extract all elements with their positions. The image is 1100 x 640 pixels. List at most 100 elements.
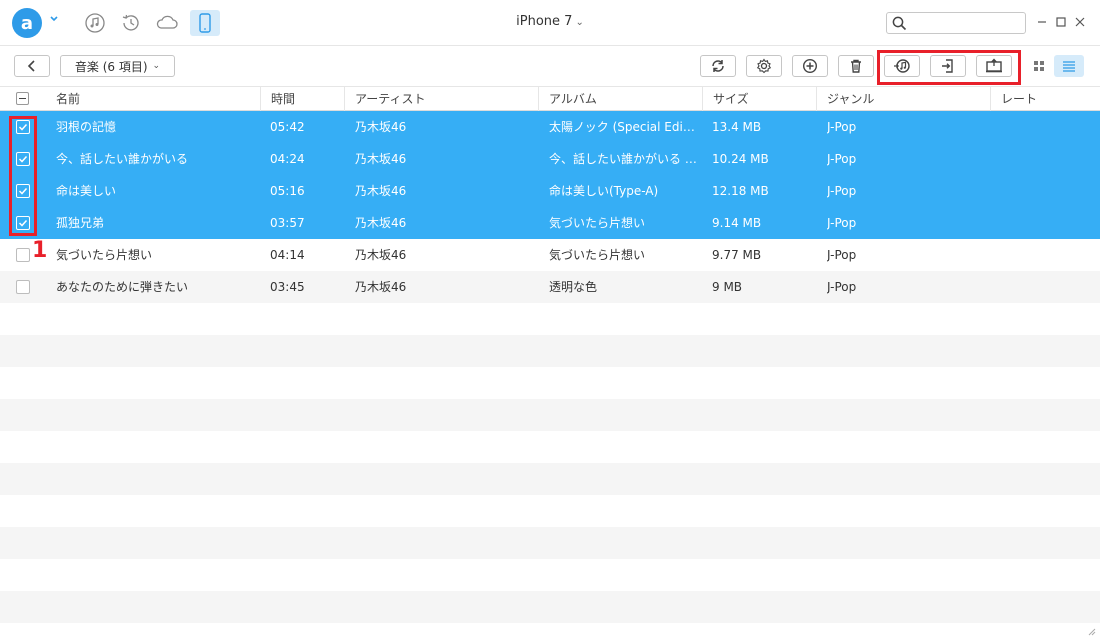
back-button[interactable] xyxy=(14,55,50,77)
phone-icon[interactable] xyxy=(190,10,220,36)
list-view-button[interactable] xyxy=(1054,55,1084,77)
empty-row xyxy=(0,431,1100,463)
refresh-button[interactable] xyxy=(700,55,736,77)
cell-time: 04:24 xyxy=(270,152,305,166)
cell-time: 03:45 xyxy=(270,280,305,294)
add-icon xyxy=(802,58,818,74)
cell-time: 04:14 xyxy=(270,248,305,262)
list-view-icon xyxy=(1063,61,1075,72)
app-menu-chevron-down-icon[interactable] xyxy=(49,13,63,27)
cell-artist: 乃木坂46 xyxy=(355,280,407,294)
column-header-name[interactable]: 名前 xyxy=(46,87,260,111)
cell-name: 今、話したい誰かがいる xyxy=(56,152,189,166)
cell-rate xyxy=(1001,175,1096,207)
minus-icon xyxy=(19,98,26,99)
table-row[interactable]: 羽根の記憶 05:42 乃木坂46 太陽ノック (Special Edition) 13… xyxy=(0,111,1100,143)
close-icon[interactable] xyxy=(1072,14,1088,30)
row-checkbox[interactable] xyxy=(16,280,30,294)
settings-icon xyxy=(756,58,772,74)
resize-grip-icon[interactable] xyxy=(1086,626,1096,636)
maximize-icon[interactable] xyxy=(1053,14,1069,30)
empty-row xyxy=(0,527,1100,559)
to-itunes-icon xyxy=(894,59,910,73)
cloud-icon[interactable] xyxy=(154,10,180,36)
delete-button[interactable] xyxy=(838,55,874,77)
settings-button[interactable] xyxy=(746,55,782,77)
cell-rate xyxy=(1001,111,1096,143)
cell-genre: J-Pop xyxy=(827,248,857,262)
cell-rate xyxy=(1001,143,1096,175)
row-checkbox[interactable] xyxy=(16,184,30,198)
import-to-computer-button[interactable] xyxy=(930,55,966,77)
cell-time: 05:42 xyxy=(270,120,305,134)
send-to-itunes-button[interactable] xyxy=(884,55,920,77)
cell-size: 9 MB xyxy=(712,280,743,294)
row-checkbox[interactable] xyxy=(16,120,30,134)
cell-name: 羽根の記憶 xyxy=(56,120,117,134)
cell-genre: J-Pop xyxy=(827,120,857,134)
empty-row xyxy=(0,463,1100,495)
import-icon xyxy=(942,59,953,73)
empty-row xyxy=(0,335,1100,367)
cell-artist: 乃木坂46 xyxy=(355,216,407,230)
category-dropdown[interactable]: 音楽 (6 項目) ⌄ xyxy=(60,55,175,77)
chevron-down-icon: ⌄ xyxy=(575,17,584,28)
export-icon xyxy=(986,58,1002,73)
cell-name: 孤独兄弟 xyxy=(56,216,105,230)
toolbar: 音楽 (6 項目) ⌄ 2 xyxy=(0,45,1100,114)
cell-album: 気づいたら片想い xyxy=(549,248,646,262)
trash-icon xyxy=(851,59,861,73)
refresh-icon xyxy=(712,60,724,72)
title-bar: a iPhone 7 ⌄ xyxy=(0,0,1100,45)
column-header-rate[interactable]: レート xyxy=(990,87,1100,111)
empty-row xyxy=(0,495,1100,527)
search-icon xyxy=(892,16,907,34)
cell-album: 気づいたら片想い xyxy=(549,216,646,230)
cell-album: 太陽ノック (Special Edition) xyxy=(549,120,699,134)
cell-artist: 乃木坂46 xyxy=(355,152,407,166)
cell-genre: J-Pop xyxy=(827,184,857,198)
select-all-checkbox[interactable] xyxy=(16,92,29,105)
column-header-album[interactable]: アルバム xyxy=(538,87,702,111)
empty-row xyxy=(0,559,1100,591)
cell-name: あなたのために弾きたい xyxy=(56,280,189,294)
cell-genre: J-Pop xyxy=(827,280,857,294)
table-row[interactable]: 気づいたら片想い 04:14 乃木坂46 気づいたら片想い 9.77 MB J-Pop xyxy=(0,239,1100,271)
empty-row xyxy=(0,303,1100,335)
column-header-size[interactable]: サイズ xyxy=(702,87,816,111)
cell-album: 命は美しい(Type-A) xyxy=(549,184,659,198)
minimize-icon[interactable] xyxy=(1034,14,1050,30)
cell-artist: 乃木坂46 xyxy=(355,248,407,262)
table-row[interactable]: 命は美しい 05:16 乃木坂46 命は美しい(Type-A) 12.18 MB J-Po… xyxy=(0,175,1100,207)
table-row[interactable]: 孤独兄弟 03:57 乃木坂46 気づいたら片想い 9.14 MB J-Pop xyxy=(0,207,1100,239)
cell-album: 今、話したい誰かがいる (Sp... xyxy=(549,152,699,166)
row-checkbox[interactable] xyxy=(16,248,30,262)
export-to-pc-button[interactable] xyxy=(976,55,1012,77)
app-logo-icon[interactable]: a xyxy=(12,8,42,38)
music-note-icon[interactable] xyxy=(82,10,108,36)
category-label: 音楽 (6 項目) xyxy=(74,59,148,74)
add-button[interactable] xyxy=(792,55,828,77)
cell-name: 命は美しい xyxy=(56,184,117,198)
column-header-time[interactable]: 時間 xyxy=(260,87,344,111)
column-header-genre[interactable]: ジャンル xyxy=(816,87,990,111)
table-row[interactable]: あなたのために弾きたい 03:45 乃木坂46 透明な色 9 MB J-Pop xyxy=(0,271,1100,303)
table-row[interactable]: 今、話したい誰かがいる 04:24 乃木坂46 今、話したい誰かがいる (Sp... 1… xyxy=(0,143,1100,175)
search-field[interactable] xyxy=(886,12,1026,34)
cell-rate xyxy=(1001,239,1096,271)
row-checkbox[interactable] xyxy=(16,152,30,166)
cell-rate xyxy=(1001,207,1096,239)
search-input[interactable] xyxy=(911,15,1021,31)
cell-genre: J-Pop xyxy=(827,152,857,166)
checkmark-icon xyxy=(18,187,28,195)
cell-rate xyxy=(1001,271,1096,303)
history-icon[interactable] xyxy=(118,10,144,36)
cell-size: 12.18 MB xyxy=(712,184,769,198)
device-name: iPhone 7 xyxy=(516,14,573,29)
device-selector[interactable]: iPhone 7 ⌄ xyxy=(500,14,600,29)
checkmark-icon xyxy=(18,219,28,227)
grid-view-button[interactable] xyxy=(1024,55,1054,77)
row-checkbox[interactable] xyxy=(16,216,30,230)
empty-row xyxy=(0,591,1100,623)
column-header-artist[interactable]: アーティスト xyxy=(344,87,538,111)
